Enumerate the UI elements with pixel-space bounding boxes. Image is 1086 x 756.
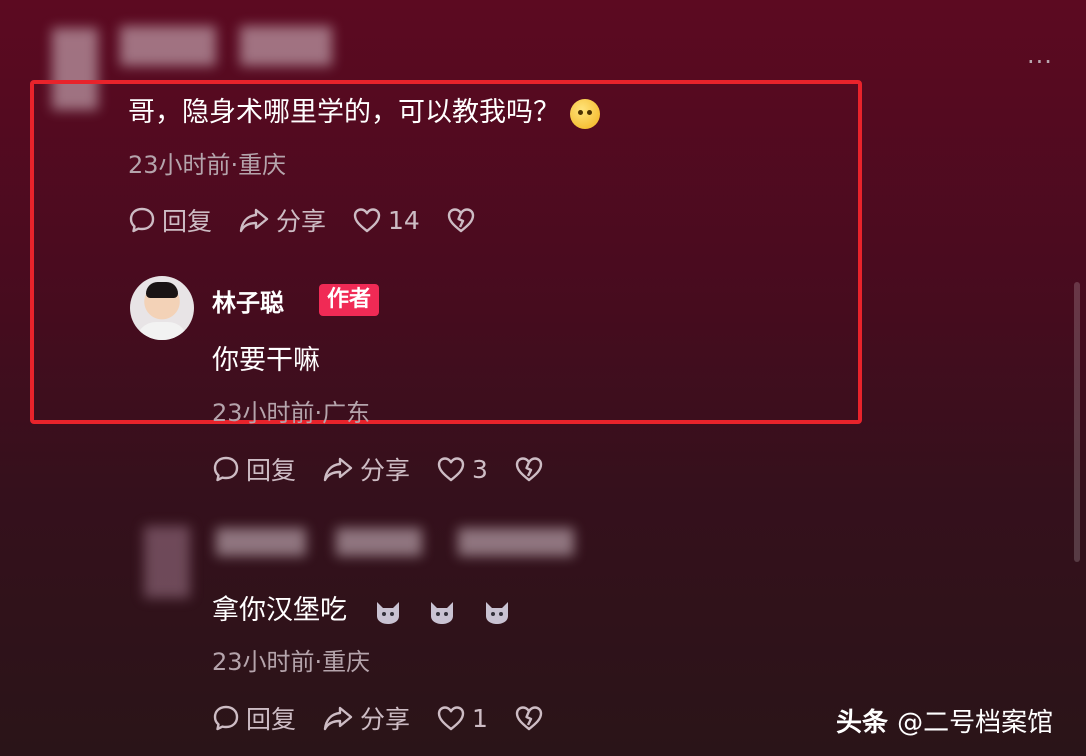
author-reply-actions: 回复 分享 3	[212, 452, 576, 486]
share-label: 分享	[360, 705, 411, 734]
author-avatar[interactable]	[130, 276, 194, 340]
author-badge: 作者	[319, 284, 380, 316]
reply-button[interactable]: 回复	[128, 202, 212, 238]
share-button[interactable]: 分享	[322, 700, 410, 736]
dislike-button[interactable]	[514, 704, 550, 732]
author-reply-text: 你要干嘛	[212, 345, 320, 376]
second-reply-meta: 23小时前·重庆	[212, 648, 371, 676]
reply-label: 回复	[246, 705, 297, 734]
scrollbar[interactable]	[1074, 282, 1080, 562]
second-reply: 拿你汉堡吃	[212, 588, 511, 627]
heart-icon	[437, 457, 465, 482]
top-comment-text: 哥，隐身术哪里学的，可以教我吗？	[128, 97, 560, 128]
blurred-username-second-2	[336, 528, 422, 556]
broken-heart-icon	[447, 208, 475, 233]
highlight-box	[30, 80, 862, 424]
blurred-username-top	[120, 26, 216, 66]
comment-bubble-icon	[213, 456, 239, 482]
blurred-username-second	[216, 528, 306, 556]
like-button[interactable]: 3	[436, 455, 488, 484]
second-reply-actions: 回复 分享 1	[212, 701, 576, 735]
cat-emoji-icon	[431, 601, 454, 624]
top-comment-actions: 回复 分享 14	[128, 203, 508, 237]
like-count: 1	[472, 703, 488, 733]
share-button[interactable]: 分享	[322, 451, 410, 487]
reply-button[interactable]: 回复	[212, 700, 296, 736]
blurred-username-second-3	[458, 528, 574, 556]
more-icon[interactable]: ···	[1027, 50, 1053, 74]
like-button[interactable]: 14	[352, 206, 420, 235]
share-label: 分享	[276, 207, 327, 236]
comment-bubble-icon	[213, 705, 239, 731]
share-arrow-icon	[239, 208, 269, 233]
dislike-button[interactable]	[514, 455, 550, 483]
watermark-account: @二号档案馆	[897, 708, 1054, 738]
avatar-hair	[146, 282, 178, 298]
cat-emoji-icon	[485, 601, 508, 624]
second-reply-text: 拿你汉堡吃	[212, 595, 347, 626]
share-button[interactable]: 分享	[238, 202, 326, 238]
watermark-brand: 头条	[836, 708, 889, 738]
like-button[interactable]: 1	[436, 704, 488, 733]
broken-heart-icon	[515, 706, 543, 731]
reply-label: 回复	[246, 456, 297, 485]
crying-emoji-icon	[570, 98, 600, 129]
blurred-avatar-second	[144, 526, 190, 598]
blurred-username-top-2	[240, 26, 332, 66]
reply-button[interactable]: 回复	[212, 451, 296, 487]
share-label: 分享	[360, 456, 411, 485]
cat-emoji-icon	[376, 601, 399, 624]
reply-label: 回复	[162, 207, 213, 236]
heart-icon	[437, 706, 465, 731]
broken-heart-icon	[515, 457, 543, 482]
author-reply-meta: 23小时前·广东	[212, 399, 371, 427]
watermark: 头条 @二号档案馆	[836, 702, 1053, 739]
top-comment: 哥，隐身术哪里学的，可以教我吗？	[128, 90, 600, 129]
dislike-button[interactable]	[446, 206, 482, 234]
avatar-shirt	[136, 322, 188, 340]
top-comment-meta: 23小时前·重庆	[128, 151, 287, 179]
like-count: 14	[388, 205, 420, 235]
like-count: 3	[472, 454, 488, 484]
comment-bubble-icon	[129, 207, 155, 233]
heart-icon	[353, 208, 381, 233]
share-arrow-icon	[323, 457, 353, 482]
share-arrow-icon	[323, 706, 353, 731]
author-name[interactable]: 林子聪	[212, 283, 284, 318]
